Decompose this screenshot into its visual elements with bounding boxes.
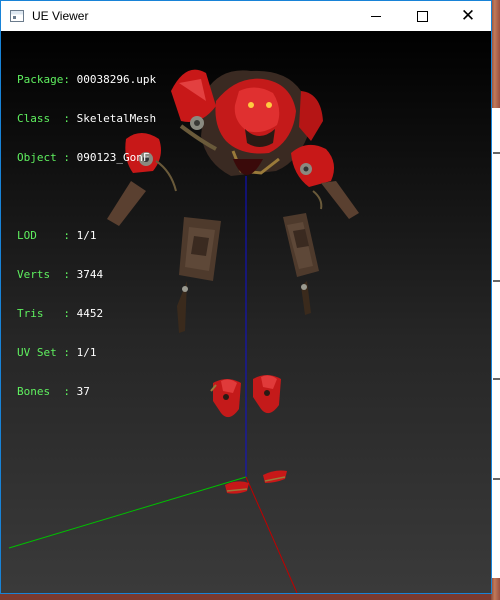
minimize-icon — [371, 15, 381, 17]
info-tris-label: Tris : — [17, 307, 70, 320]
mesh-left-knee-guard — [210, 379, 241, 418]
mesh-right-shoulder — [291, 144, 359, 219]
info-uvset-value: 1/1 — [76, 346, 97, 359]
x-axis-line — [245, 476, 298, 593]
maximize-icon — [416, 10, 428, 22]
info-object-label: Object : — [17, 151, 70, 164]
info-package-row: Package: 00038296.upk — [17, 73, 156, 86]
window-controls: ✕ — [353, 1, 491, 31]
background-window-mark — [493, 280, 500, 282]
info-lod-label: LOD : — [17, 229, 70, 242]
info-package-value: 00038296.upk — [76, 73, 157, 86]
info-bones-label: Bones : — [17, 385, 70, 398]
info-tris-value: 4452 — [76, 307, 104, 320]
mesh-left-foot-piece — [225, 481, 249, 494]
info-bones-value: 37 — [76, 385, 90, 398]
background-window-edge — [492, 108, 500, 578]
window-title: UE Viewer — [32, 9, 89, 23]
info-bones-row: Bones : 37 — [17, 385, 156, 398]
maximize-button[interactable] — [399, 1, 445, 31]
info-class-row: Class : SkeletalMesh — [17, 112, 156, 125]
background-window-mark — [493, 378, 500, 380]
mesh-info-overlay: Package: 00038296.upk Class : SkeletalMe… — [17, 47, 156, 424]
info-tris-row: Tris : 4452 — [17, 307, 156, 320]
window-app-icon[interactable] — [10, 10, 24, 22]
close-icon: ✕ — [460, 5, 476, 26]
info-lod-value: 1/1 — [76, 229, 97, 242]
info-verts-label: Verts : — [17, 268, 70, 281]
info-uvset-row: UV Set : 1/1 — [17, 346, 156, 359]
mesh-right-hip-plate — [283, 213, 319, 315]
background-window-mark — [493, 478, 500, 480]
title-bar[interactable]: UE Viewer ✕ — [1, 1, 491, 31]
info-class-label: Class : — [17, 112, 70, 125]
ue-viewer-window: UE Viewer ✕ Package: 00038296.upk Class … — [0, 0, 492, 594]
info-class-value: SkeletalMesh — [76, 112, 157, 125]
mesh-right-foot-piece — [263, 470, 287, 483]
info-package-label: Package: — [17, 73, 70, 86]
info-verts-value: 3744 — [76, 268, 104, 281]
background-window-mark — [493, 152, 500, 154]
info-uvset-label: UV Set : — [17, 346, 70, 359]
minimize-button[interactable] — [353, 1, 399, 31]
3d-viewport[interactable]: Package: 00038296.upk Class : SkeletalMe… — [1, 31, 491, 593]
info-lod-row: LOD : 1/1 — [17, 229, 156, 242]
info-verts-row: Verts : 3744 — [17, 268, 156, 281]
mesh-left-hip-plate — [177, 217, 221, 333]
info-object-value: 090123_GonF — [76, 151, 150, 164]
y-axis-line — [8, 476, 247, 549]
mesh-right-knee-guard — [253, 375, 281, 414]
close-button[interactable]: ✕ — [445, 1, 491, 31]
info-object-row: Object : 090123_GonF — [17, 151, 156, 164]
